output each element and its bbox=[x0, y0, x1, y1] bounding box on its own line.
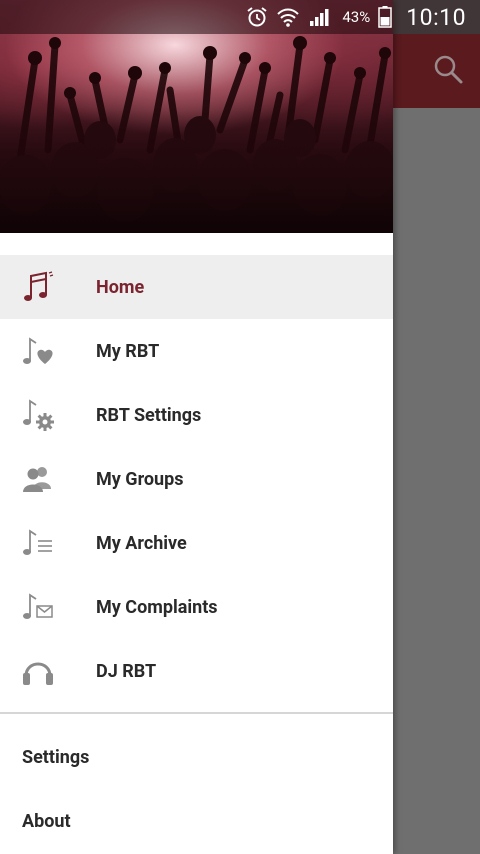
drawer-header-image bbox=[0, 0, 393, 233]
menu-item-home[interactable]: Home bbox=[0, 255, 393, 319]
drawer-menu: Home My RBT RBT Settings My Groups My Ar… bbox=[0, 255, 393, 703]
search-icon[interactable] bbox=[432, 53, 464, 89]
menu-item-label: My Complaints bbox=[96, 596, 218, 618]
menu-item-label: My RBT bbox=[96, 340, 160, 362]
menu-item-label: My Groups bbox=[96, 468, 184, 490]
group-icon bbox=[0, 447, 96, 511]
navigation-drawer: Home My RBT RBT Settings My Groups My Ar… bbox=[0, 0, 393, 854]
menu-item-dj-rbt[interactable]: DJ RBT bbox=[0, 639, 393, 703]
app-toolbar bbox=[393, 34, 480, 108]
about-link[interactable]: About bbox=[22, 806, 71, 836]
wifi-icon bbox=[276, 6, 300, 28]
music-notes-icon bbox=[0, 255, 96, 319]
status-bar: 43% 10:10 bbox=[0, 0, 480, 34]
music-mail-icon bbox=[0, 575, 96, 639]
music-heart-icon bbox=[0, 319, 96, 383]
signal-icon bbox=[308, 6, 332, 28]
menu-item-my-rbt[interactable]: My RBT bbox=[0, 319, 393, 383]
concert-crowd-photo bbox=[0, 36, 393, 233]
menu-item-label: Home bbox=[96, 276, 145, 298]
drawer-divider bbox=[0, 712, 393, 714]
music-gear-icon bbox=[0, 383, 96, 447]
alarm-icon bbox=[246, 6, 268, 28]
menu-item-rbt-settings[interactable]: RBT Settings bbox=[0, 383, 393, 447]
menu-item-label: DJ RBT bbox=[96, 660, 157, 682]
drawer-scrim[interactable] bbox=[393, 108, 480, 854]
menu-item-my-complaints[interactable]: My Complaints bbox=[0, 575, 393, 639]
music-list-icon bbox=[0, 511, 96, 575]
settings-link[interactable]: Settings bbox=[22, 742, 89, 772]
menu-item-label: My Archive bbox=[96, 532, 187, 554]
menu-item-my-groups[interactable]: My Groups bbox=[0, 447, 393, 511]
battery-percent: 43% bbox=[342, 8, 371, 26]
headphones-icon bbox=[0, 639, 96, 703]
clock: 10:10 bbox=[406, 3, 466, 31]
menu-item-my-archive[interactable]: My Archive bbox=[0, 511, 393, 575]
battery-icon bbox=[378, 5, 392, 29]
menu-item-label: RBT Settings bbox=[96, 404, 202, 426]
app-screen: Home My RBT RBT Settings My Groups My Ar… bbox=[0, 0, 480, 854]
